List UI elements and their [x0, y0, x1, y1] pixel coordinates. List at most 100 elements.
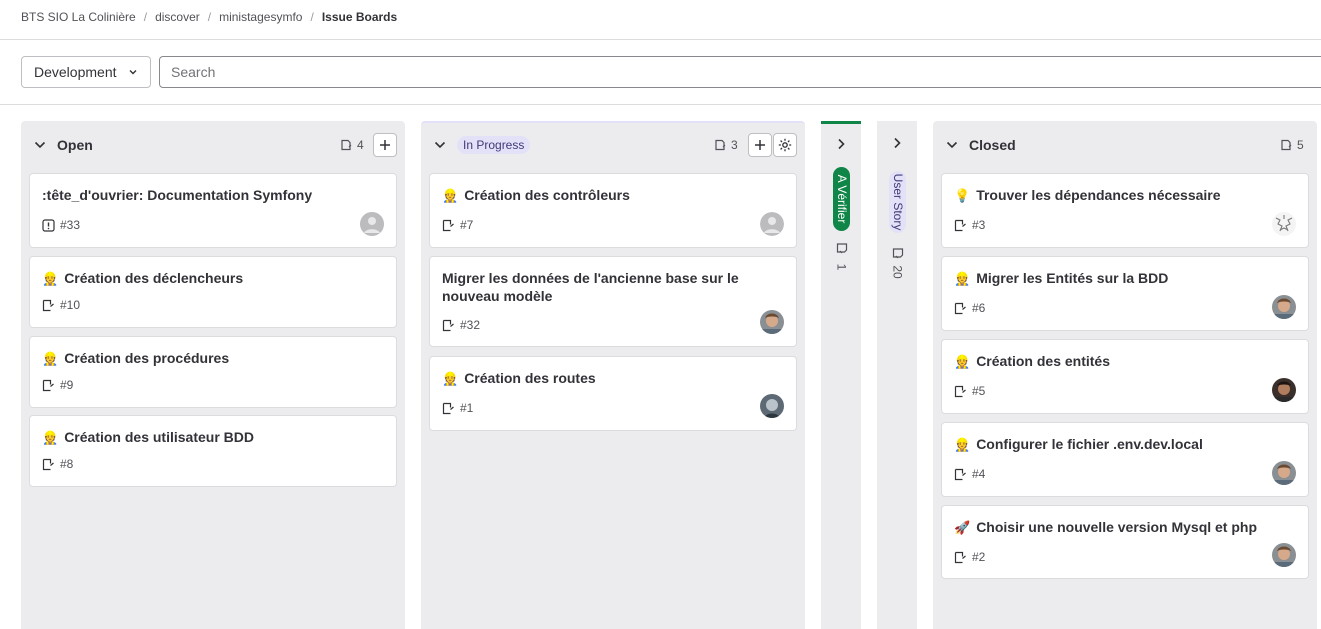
task-icon	[442, 402, 454, 414]
assignee-avatar[interactable]	[1272, 543, 1296, 567]
issue-card[interactable]: :tête_d'ouvrier: Documentation Symfony #…	[29, 173, 397, 248]
issue-title[interactable]: 💡 Trouver les dépendances nécessaire	[954, 186, 1264, 205]
issue-meta: #32	[442, 318, 480, 332]
issue-title[interactable]: 👷 Création des utilisateur BDD	[42, 428, 352, 447]
construction-worker-emoji: 👷	[42, 271, 59, 286]
list-label: A Vérifier	[833, 167, 850, 231]
issue-count-value: 4	[357, 138, 364, 152]
issue-reference: #6	[972, 301, 986, 315]
issue-card[interactable]: 👷 Création des procédures #9	[29, 336, 397, 408]
assignee-avatar[interactable]	[360, 212, 384, 236]
breadcrumb-current[interactable]: Issue Boards	[322, 10, 397, 24]
issue-title[interactable]: 👷 Création des contrôleurs	[442, 186, 752, 205]
issue-title[interactable]: 👷 Création des déclencheurs	[42, 269, 352, 288]
issue-meta: #10	[42, 298, 80, 312]
add-issue-button[interactable]	[373, 133, 397, 157]
list-label[interactable]: In Progress	[457, 136, 531, 154]
search-input[interactable]	[171, 64, 1321, 80]
issue-card[interactable]: 👷 Création des entités #5	[941, 339, 1309, 414]
user-photo-avatar	[1272, 543, 1296, 567]
task-icon	[42, 458, 54, 470]
issue-card[interactable]: 💡 Trouver les dépendances nécessaire #3	[941, 173, 1309, 248]
issue-title[interactable]: 👷 Création des procédures	[42, 349, 352, 368]
issue-card[interactable]: 👷 Migrer les Entités sur la BDD #6	[941, 256, 1309, 331]
issue-title[interactable]: Migrer les données de l'ancienne base su…	[442, 269, 752, 305]
search-box[interactable]	[159, 56, 1321, 88]
user-photo-avatar	[760, 394, 784, 418]
list-label: User Story	[889, 171, 906, 233]
plus-icon	[755, 140, 765, 150]
board-list-in-progress: In Progress 3 👷 Création des contrôleurs …	[421, 121, 805, 629]
issue-reference: #8	[60, 457, 74, 471]
issue-reference: #1	[460, 401, 474, 415]
issue-card[interactable]: 👷 Création des contrôleurs #7	[429, 173, 797, 248]
issue-icon	[42, 218, 55, 232]
list-settings-button[interactable]	[773, 133, 797, 157]
add-issue-button[interactable]	[748, 133, 772, 157]
chevron-down-icon[interactable]	[434, 139, 446, 151]
issue-card[interactable]: 🚀 Choisir une nouvelle version Mysql et p…	[941, 505, 1309, 579]
issue-reference: #10	[60, 298, 81, 312]
assignee-avatar[interactable]	[1272, 378, 1296, 402]
issue-title[interactable]: 👷 Création des entités	[954, 352, 1264, 371]
task-icon	[42, 299, 54, 311]
issue-count: 3	[714, 138, 738, 152]
issue-title[interactable]: :tête_d'ouvrier: Documentation Symfony	[42, 186, 352, 204]
construction-worker-emoji: 👷	[42, 430, 59, 445]
board-select-dropdown[interactable]: Development	[21, 56, 151, 88]
issues-icon	[341, 139, 352, 151]
issue-reference: #7	[460, 218, 474, 232]
user-photo-avatar	[760, 310, 784, 334]
issue-card[interactable]: 👷 Création des routes #1	[429, 356, 797, 431]
issue-card[interactable]: 👷 Création des déclencheurs #10	[29, 256, 397, 328]
assignee-avatar[interactable]	[1272, 212, 1296, 236]
issue-title-text: Création des procédures	[64, 350, 230, 366]
issue-count: 5	[1280, 138, 1304, 152]
light-bulb-emoji: 💡	[954, 188, 971, 203]
issue-card[interactable]: 👷 Création des utilisateur BDD #8	[29, 415, 397, 487]
construction-worker-emoji: 👷	[954, 437, 971, 452]
task-icon	[954, 219, 966, 231]
assignee-avatar[interactable]	[760, 394, 784, 418]
construction-worker-emoji: 👷	[954, 354, 971, 369]
issue-count: 20	[889, 247, 906, 279]
board-list-open: Open 4 :tête_d'ouvrier: Documentation Sy…	[21, 121, 405, 629]
issue-title-text: Création des déclencheurs	[64, 270, 244, 286]
breadcrumb-separator: /	[310, 10, 314, 24]
issue-reference: #33	[60, 218, 81, 232]
breadcrumb-group[interactable]: BTS SIO La Colinière	[21, 10, 136, 24]
issue-title[interactable]: 🚀 Choisir une nouvelle version Mysql et p…	[954, 518, 1264, 537]
issue-count: 4	[340, 138, 364, 152]
breadcrumb: BTS SIO La Colinière / discover / minist…	[21, 10, 397, 24]
issue-card[interactable]: Migrer les données de l'ancienne base su…	[429, 256, 797, 347]
issue-title[interactable]: 👷 Configurer le fichier .env.dev.local	[954, 435, 1264, 454]
user-photo-avatar	[1272, 461, 1296, 485]
issue-title-text: Création des contrôleurs	[464, 187, 630, 203]
issue-card[interactable]: 👷 Configurer le fichier .env.dev.local #4	[941, 422, 1309, 497]
construction-worker-emoji: 👷	[42, 351, 59, 366]
board-list-a-verifier-collapsed[interactable]: A Vérifier 1	[821, 121, 861, 629]
breadcrumb-project[interactable]: ministagesymfo	[219, 10, 302, 24]
assignee-avatar[interactable]	[1272, 295, 1296, 319]
chevron-right-icon[interactable]	[835, 138, 847, 150]
issue-title-text: Création des entités	[976, 353, 1111, 369]
issue-count-value: 20	[890, 265, 905, 279]
issue-meta: #3	[954, 218, 985, 232]
issue-title[interactable]: 👷 Création des routes	[442, 369, 752, 388]
assignee-avatar[interactable]	[760, 212, 784, 236]
chevron-right-icon[interactable]	[891, 137, 903, 149]
issue-title[interactable]: 👷 Migrer les Entités sur la BDD	[954, 269, 1264, 288]
issue-count-value: 5	[1297, 138, 1304, 152]
issue-reference: #2	[972, 550, 986, 564]
board-list-user-story-collapsed[interactable]: User Story 20	[877, 121, 917, 629]
default-avatar-icon	[760, 212, 784, 236]
chevron-down-icon[interactable]	[946, 139, 958, 151]
breadcrumb-subgroup[interactable]: discover	[155, 10, 200, 24]
default-avatar-icon	[360, 212, 384, 236]
issue-count-value: 3	[731, 138, 738, 152]
issue-title-text: Création des utilisateur BDD	[64, 429, 255, 445]
assignee-avatar[interactable]	[1272, 461, 1296, 485]
assignee-avatar[interactable]	[760, 310, 784, 334]
chevron-down-icon[interactable]	[34, 139, 46, 151]
issue-meta: #5	[954, 384, 985, 398]
